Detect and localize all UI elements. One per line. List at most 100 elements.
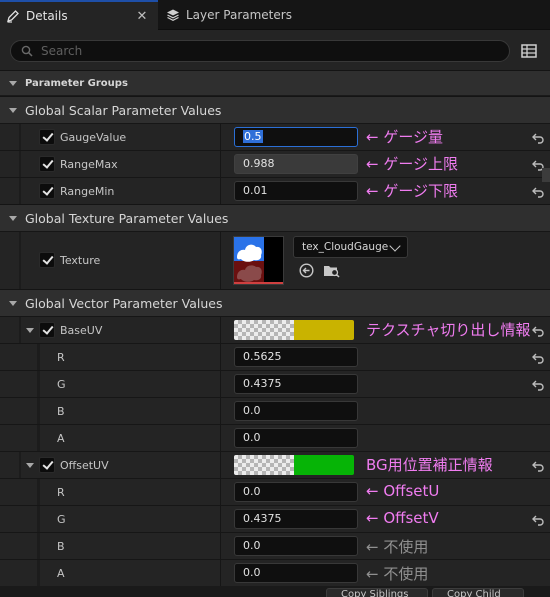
column-divider xyxy=(220,317,221,343)
rangemax-input[interactable]: 0.988 xyxy=(234,154,358,174)
baseuv-b-row: B 0.0 xyxy=(0,397,550,424)
rangemin-label: RangeMin xyxy=(60,185,115,198)
reset-icon[interactable] xyxy=(531,379,545,391)
baseuv-label: BaseUV xyxy=(60,324,103,337)
scalar-section-header[interactable]: Global Scalar Parameter Values xyxy=(0,96,550,123)
alpha-checker xyxy=(234,320,294,340)
column-divider xyxy=(220,232,221,289)
reset-icon[interactable] xyxy=(531,460,545,472)
scalar-row-rangemax: RangeMax 0.988 ← ゲージ上限 xyxy=(0,150,550,177)
chevron-down-icon[interactable] xyxy=(26,328,34,333)
use-selected-asset-icon[interactable] xyxy=(299,263,314,278)
gaugevalue-checkbox[interactable] xyxy=(39,129,55,145)
texture-section-title: Global Texture Parameter Values xyxy=(25,210,229,226)
offsetuv-r-input[interactable]: 0.0 xyxy=(234,482,358,502)
baseuv-g-input[interactable]: 0.4375 xyxy=(234,374,358,394)
rangemin-input[interactable]: 0.01 xyxy=(234,181,358,201)
column-divider xyxy=(220,344,221,370)
tab-layer-parameters[interactable]: Layer Parameters xyxy=(160,0,310,30)
gaugevalue-value: 0.5 xyxy=(243,130,263,143)
reset-icon[interactable] xyxy=(531,132,545,144)
vector-row-baseuv: BaseUV テクスチャ切り出し情報 xyxy=(0,316,550,343)
baseuv-color xyxy=(294,320,354,340)
copy-child-button[interactable]: Copy Child xyxy=(432,588,524,597)
baseuv-checkbox[interactable] xyxy=(39,322,55,338)
channel-g-label: G xyxy=(57,513,66,526)
indent-guide xyxy=(37,533,40,559)
tab-details[interactable]: Details ✕ xyxy=(0,0,158,30)
chevron-down-icon xyxy=(9,215,17,221)
view-options-icon[interactable] xyxy=(520,42,538,60)
indent-guide xyxy=(37,371,40,397)
column-divider xyxy=(220,533,221,559)
copy-siblings-button[interactable]: Copy Siblings xyxy=(326,588,428,597)
baseuv-g-row: G 0.4375 xyxy=(0,370,550,397)
texture-section-header[interactable]: Global Texture Parameter Values xyxy=(0,204,550,231)
texture-asset-dropdown[interactable]: tex_CloudGauge xyxy=(293,236,408,258)
search-box[interactable] xyxy=(10,40,510,62)
offsetuv-b-row: B 0.0 ← 不使用 xyxy=(0,532,550,559)
offsetuv-color-swatch[interactable] xyxy=(234,455,354,475)
baseuv-note: テクスチャ切り出し情報 xyxy=(366,321,531,339)
pencil-icon xyxy=(6,9,20,23)
column-divider xyxy=(220,506,221,532)
rangemax-checkbox[interactable] xyxy=(39,156,55,172)
gaugevalue-input[interactable]: 0.5 xyxy=(234,127,358,147)
browse-asset-icon[interactable] xyxy=(323,263,340,278)
vector-row-offsetuv: OffsetUV BG用位置補正情報 xyxy=(0,451,550,478)
reset-icon[interactable] xyxy=(531,186,545,198)
chevron-down-icon[interactable] xyxy=(26,463,34,468)
baseuv-b-input[interactable]: 0.0 xyxy=(234,401,358,421)
indent-guide xyxy=(37,506,40,532)
texture-asset-name: tex_CloudGauge xyxy=(302,241,389,253)
offsetuv-a-input[interactable]: 0.0 xyxy=(234,563,358,583)
scalar-section-title: Global Scalar Parameter Values xyxy=(25,102,222,118)
texture-checkbox[interactable] xyxy=(39,252,55,268)
indent-guide xyxy=(37,425,40,451)
texture-label: Texture xyxy=(60,254,101,267)
indent-guide xyxy=(37,560,40,586)
search-input[interactable] xyxy=(41,44,509,58)
chevron-down-icon xyxy=(9,107,17,113)
baseuv-color-swatch[interactable] xyxy=(234,320,354,340)
search-icon xyxy=(21,45,33,57)
reset-icon[interactable] xyxy=(531,325,545,337)
channel-r-label: R xyxy=(57,486,65,499)
rangemin-note: ← ゲージ下限 xyxy=(366,182,459,200)
reset-icon[interactable] xyxy=(531,352,545,364)
reset-icon[interactable] xyxy=(531,514,545,526)
gaugevalue-label: GaugeValue xyxy=(60,131,127,144)
offsetuv-checkbox[interactable] xyxy=(39,457,55,473)
baseuv-r-input[interactable]: 0.5625 xyxy=(234,347,358,367)
scalar-row-rangemin: RangeMin 0.01 ← ゲージ下限 xyxy=(0,177,550,204)
offsetuv-r-row: R 0.0 ← OffsetU xyxy=(0,478,550,505)
chevron-down-icon xyxy=(9,300,17,306)
rangemin-checkbox[interactable] xyxy=(39,183,55,199)
indent-guide xyxy=(19,151,21,177)
channel-b-label: B xyxy=(57,540,65,553)
channel-r-label: R xyxy=(57,351,65,364)
vector-section-title: Global Vector Parameter Values xyxy=(25,295,223,311)
rangemax-note: ← ゲージ上限 xyxy=(366,155,459,173)
texture-thumbnail[interactable] xyxy=(233,236,284,285)
parameter-groups-header[interactable]: Parameter Groups xyxy=(0,70,550,95)
column-divider xyxy=(220,452,221,478)
baseuv-a-input[interactable]: 0.0 xyxy=(234,428,358,448)
column-divider xyxy=(220,124,221,150)
gaugevalue-note: ← ゲージ量 xyxy=(366,128,444,146)
offsetuv-b-note: ← 不使用 xyxy=(366,538,429,556)
offsetuv-b-input[interactable]: 0.0 xyxy=(234,536,358,556)
column-divider xyxy=(220,560,221,586)
column-divider xyxy=(220,425,221,451)
vector-section-header[interactable]: Global Vector Parameter Values xyxy=(0,289,550,316)
column-divider xyxy=(220,371,221,397)
offsetuv-note: BG用位置補正情報 xyxy=(366,456,493,474)
column-divider xyxy=(220,151,221,177)
search-row xyxy=(0,30,550,70)
close-icon[interactable]: ✕ xyxy=(134,9,150,24)
layers-icon xyxy=(166,8,180,22)
offsetuv-a-note: ← 不使用 xyxy=(366,565,429,583)
scrollbar-thumb[interactable] xyxy=(542,168,550,182)
column-divider xyxy=(220,479,221,505)
offsetuv-g-input[interactable]: 0.4375 xyxy=(234,509,358,529)
